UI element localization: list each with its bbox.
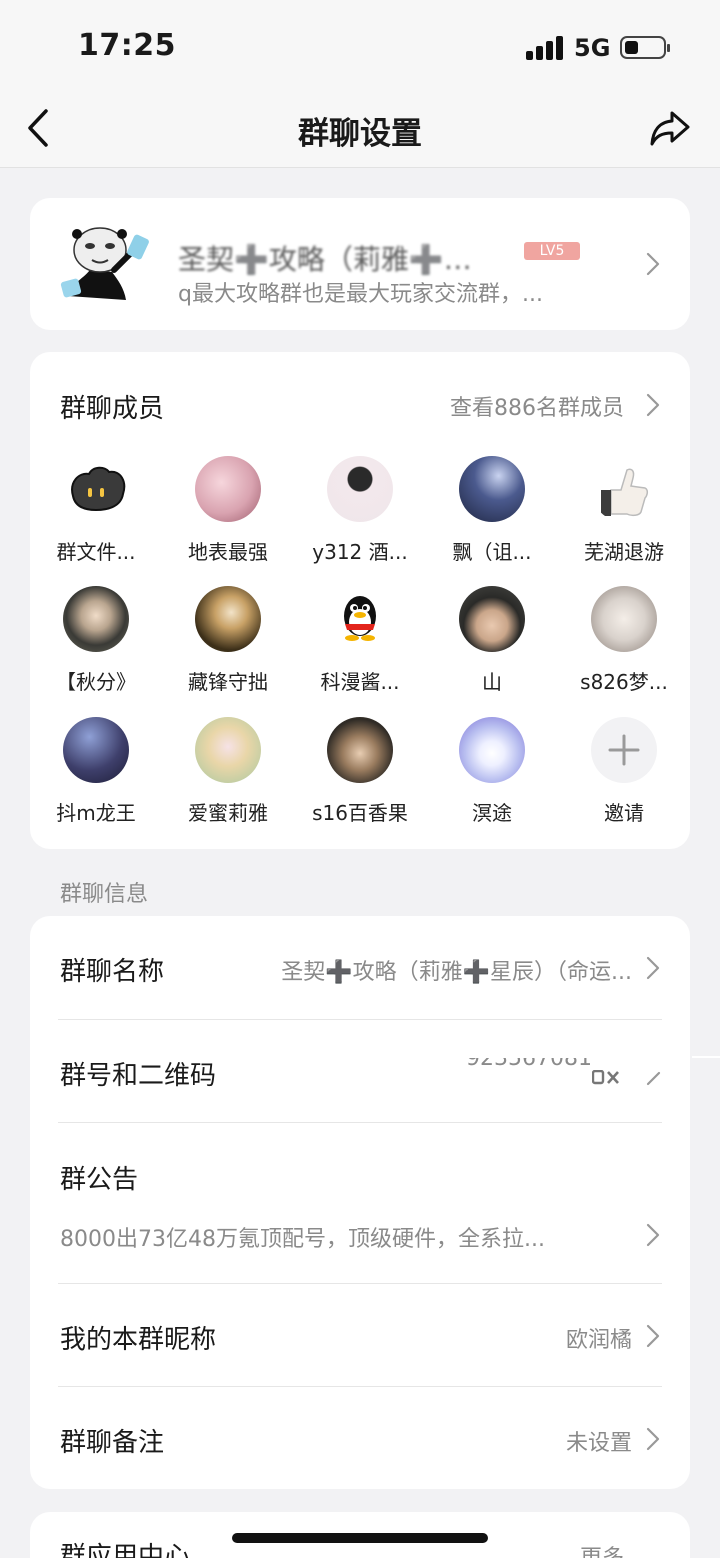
thumbs-up-icon [601, 468, 649, 517]
member-item[interactable]: 地表最强 [162, 456, 294, 565]
member-item[interactable]: 群文件... [30, 456, 162, 565]
view-all-members-link[interactable]: 查看886名群成员 [450, 390, 624, 422]
chevron-right-icon [646, 1223, 660, 1247]
member-item[interactable]: 溟途 [426, 717, 558, 826]
network-label: 5G [574, 34, 611, 62]
group-apps-label: 群应用中心 [60, 1542, 191, 1558]
member-name: 溟途 [472, 801, 512, 825]
group-header-card[interactable]: 圣契➕攻略（莉雅➕星辰） LV5 q最大攻略群也是最大玩家交流群，... [30, 198, 690, 330]
group-notice-value: 8000出73亿48万氪顶配号，顶级硬件，全系拉... [60, 1227, 545, 1252]
group-name: 圣契➕攻略（莉雅➕星辰） [178, 243, 478, 276]
member-name: 【秋分》 [56, 670, 136, 694]
member-name: 地表最强 [188, 540, 268, 564]
apps-more-clip: 更多 [544, 1546, 624, 1558]
avatar [591, 456, 657, 522]
chevron-right-icon [646, 1071, 661, 1086]
signal-icon [526, 36, 564, 60]
group-files-avatar [63, 456, 129, 522]
avatar [195, 456, 261, 522]
group-notice-label: 群公告 [60, 1165, 139, 1195]
my-nickname-label: 我的本群昵称 [60, 1325, 217, 1355]
member-item[interactable]: s826梦... [558, 586, 690, 695]
avatar [327, 456, 393, 522]
member-item[interactable]: 抖m龙王 [30, 717, 162, 826]
group-description: q最大攻略群也是最大玩家交流群，... [178, 282, 543, 307]
avatar [63, 586, 129, 652]
members-card: 群聊成员 查看886名群成员 群文件... 地表最强 y312 酒... 飘（诅… [30, 352, 690, 849]
group-name-row[interactable]: 群聊名称 圣契➕攻略（莉雅➕星辰）（命运... [30, 916, 690, 1019]
group-apps-more[interactable]: 更多 [544, 1546, 624, 1558]
apps-label-clip: 群应用中心 [60, 1542, 260, 1558]
home-indicator[interactable] [232, 1533, 488, 1543]
member-name: s826梦... [580, 670, 668, 694]
member-item[interactable]: s16百香果 [294, 717, 426, 826]
my-nickname-value: 欧润橘 [565, 1328, 632, 1353]
invite-label: 邀请 [604, 801, 644, 825]
level-badge: LV5 [524, 242, 580, 260]
member-item[interactable]: 爱蜜莉雅 [162, 717, 294, 826]
member-name: 山 [482, 670, 502, 694]
member-item[interactable]: 飘（诅... [426, 456, 558, 565]
member-item[interactable]: 藏锋守拙 [162, 586, 294, 695]
battery-fill [625, 41, 638, 54]
penguin-icon [344, 596, 376, 641]
qr-code-icon [592, 1070, 619, 1085]
member-item[interactable]: y312 酒... [294, 456, 426, 565]
status-time: 17:25 [78, 28, 176, 63]
group-number-clip: 923567081 [462, 1058, 592, 1080]
group-name-label: 群聊名称 [60, 957, 165, 987]
chevron-right-icon [646, 1427, 660, 1451]
chevron-right-icon [646, 252, 660, 276]
member-name: 爱蜜莉雅 [188, 801, 268, 825]
edge-divider [692, 1056, 720, 1058]
share-icon[interactable] [648, 106, 692, 150]
nav-bar: 群聊设置 [0, 90, 720, 168]
member-name: s16百香果 [312, 801, 408, 825]
avatar [591, 586, 657, 652]
group-info-card: 群聊名称 圣契➕攻略（莉雅➕星辰）（命运... 群号和二维码 923567081… [30, 916, 690, 1489]
qq-penguin-avatar [327, 586, 393, 652]
avatar [459, 456, 525, 522]
group-remark-value: 未设置 [565, 1431, 632, 1456]
member-name: 群文件... [56, 540, 136, 564]
my-nickname-row[interactable]: 我的本群昵称 欧润橘 [30, 1284, 690, 1386]
member-item[interactable]: 科漫酱... [294, 586, 426, 695]
group-name-value: 圣契➕攻略（莉雅➕星辰）（命运... [281, 960, 632, 985]
chevron-right-icon [646, 1324, 660, 1348]
group-number-qrcode-row[interactable]: 群号和二维码 923567081 [30, 1020, 690, 1123]
invite-member-button[interactable]: 邀请 [558, 717, 690, 826]
member-name: 藏锋守拙 [188, 670, 268, 694]
member-name: y312 酒... [312, 540, 408, 564]
member-name: 飘（诅... [452, 540, 532, 564]
avatar [63, 717, 129, 783]
invite-avatar [591, 717, 657, 783]
folder-blob-icon [63, 456, 129, 522]
plus-icon [608, 734, 640, 766]
group-number-value: 923567081 [466, 1058, 592, 1071]
battery-icon [620, 36, 670, 59]
member-item[interactable]: 【秋分》 [30, 586, 162, 695]
group-number-label: 群号和二维码 [60, 1061, 217, 1091]
status-bar: 17:25 5G [0, 0, 720, 90]
page-title: 群聊设置 [298, 116, 422, 152]
avatar [195, 717, 261, 783]
member-name: 科漫酱... [320, 670, 400, 694]
member-name: 抖m龙王 [56, 801, 136, 825]
group-info-section-label: 群聊信息 [60, 882, 149, 907]
avatar [195, 586, 261, 652]
members-title: 群聊成员 [60, 394, 165, 424]
group-notice-row[interactable]: 群公告 8000出73亿48万氪顶配号，顶级硬件，全系拉... [30, 1123, 690, 1283]
avatar [327, 717, 393, 783]
member-item[interactable]: 山 [426, 586, 558, 695]
group-remark-row[interactable]: 群聊备注 未设置 [30, 1387, 690, 1489]
avatar [459, 586, 525, 652]
group-avatar [60, 227, 149, 300]
chevron-right-icon [646, 956, 660, 980]
member-item[interactable]: 芜湖退游 [558, 456, 690, 565]
chevron-right-icon[interactable] [646, 393, 660, 417]
group-remark-label: 群聊备注 [60, 1428, 165, 1458]
avatar [459, 717, 525, 783]
member-name: 芜湖退游 [584, 540, 664, 564]
